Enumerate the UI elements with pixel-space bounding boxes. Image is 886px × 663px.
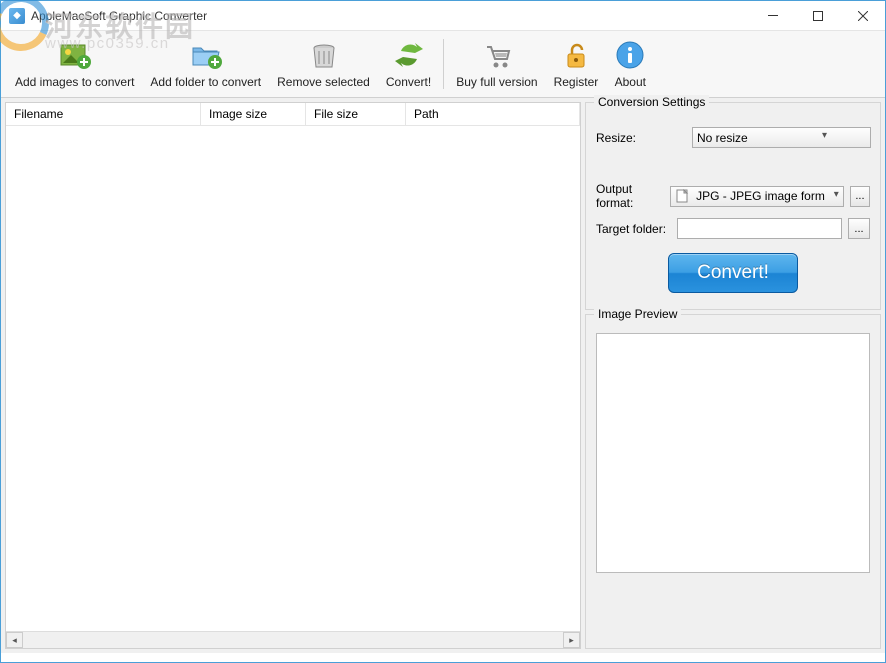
column-path[interactable]: Path — [406, 103, 580, 125]
target-folder-browse-button[interactable]: ... — [848, 218, 870, 239]
add-folder-label: Add folder to convert — [150, 75, 261, 89]
add-folder-icon — [190, 39, 222, 71]
close-button[interactable] — [840, 1, 885, 30]
output-format-select[interactable]: JPG - JPEG image form — [670, 186, 844, 207]
scroll-track[interactable] — [23, 632, 563, 648]
image-preview-group: Image Preview — [585, 314, 881, 649]
scroll-right-button[interactable]: ▸ — [563, 632, 580, 648]
maximize-icon — [813, 11, 823, 21]
register-button[interactable]: Register — [548, 35, 605, 93]
convert-button[interactable]: Convert! — [380, 35, 437, 93]
convert-big-button[interactable]: Convert! — [668, 253, 798, 293]
lock-open-icon — [560, 39, 592, 71]
toolbar: Add images to convert Add folder to conv… — [1, 31, 885, 98]
convert-icon — [393, 39, 425, 71]
horizontal-scrollbar[interactable]: ◂ ▸ — [6, 631, 580, 648]
preview-group-title: Image Preview — [594, 307, 681, 321]
column-filename[interactable]: Filename — [6, 103, 201, 125]
target-folder-input[interactable] — [677, 218, 842, 239]
about-button[interactable]: About — [608, 35, 652, 93]
minimize-icon — [768, 15, 778, 16]
list-header: Filename Image size File size Path — [6, 103, 580, 126]
info-icon — [614, 39, 646, 71]
minimize-button[interactable] — [750, 1, 795, 30]
convert-label: Convert! — [386, 75, 431, 89]
trash-icon — [308, 39, 340, 71]
maximize-button[interactable] — [795, 1, 840, 30]
buy-label: Buy full version — [456, 75, 537, 89]
register-label: Register — [554, 75, 599, 89]
settings-group-title: Conversion Settings — [594, 95, 709, 109]
output-format-browse-button[interactable]: ... — [850, 186, 870, 207]
titlebar: ◆ AppleMacSoft Graphic Converter — [1, 1, 885, 31]
conversion-settings-group: Conversion Settings Resize: Output forma… — [585, 102, 881, 310]
preview-box — [596, 333, 870, 573]
add-images-label: Add images to convert — [15, 75, 134, 89]
add-folder-button[interactable]: Add folder to convert — [144, 35, 267, 93]
column-file-size[interactable]: File size — [306, 103, 406, 125]
output-format-label: Output format: — [596, 182, 664, 210]
app-icon: ◆ — [9, 8, 25, 24]
add-images-button[interactable]: Add images to convert — [9, 35, 140, 93]
buy-button[interactable]: Buy full version — [450, 35, 543, 93]
add-images-icon — [59, 39, 91, 71]
remove-selected-label: Remove selected — [277, 75, 370, 89]
toolbar-separator — [443, 39, 444, 89]
file-icon — [675, 189, 689, 203]
resize-label: Resize: — [596, 131, 686, 145]
output-format-value: JPG - JPEG image form — [696, 189, 825, 203]
window-title: AppleMacSoft Graphic Converter — [31, 9, 750, 23]
resize-select[interactable] — [692, 127, 871, 148]
scroll-left-button[interactable]: ◂ — [6, 632, 23, 648]
file-list[interactable]: Filename Image size File size Path ◂ ▸ — [5, 102, 581, 649]
remove-selected-button[interactable]: Remove selected — [271, 35, 376, 93]
target-folder-label: Target folder: — [596, 222, 671, 236]
about-label: About — [615, 75, 646, 89]
column-image-size[interactable]: Image size — [201, 103, 306, 125]
close-icon — [858, 11, 868, 21]
cart-icon — [481, 39, 513, 71]
